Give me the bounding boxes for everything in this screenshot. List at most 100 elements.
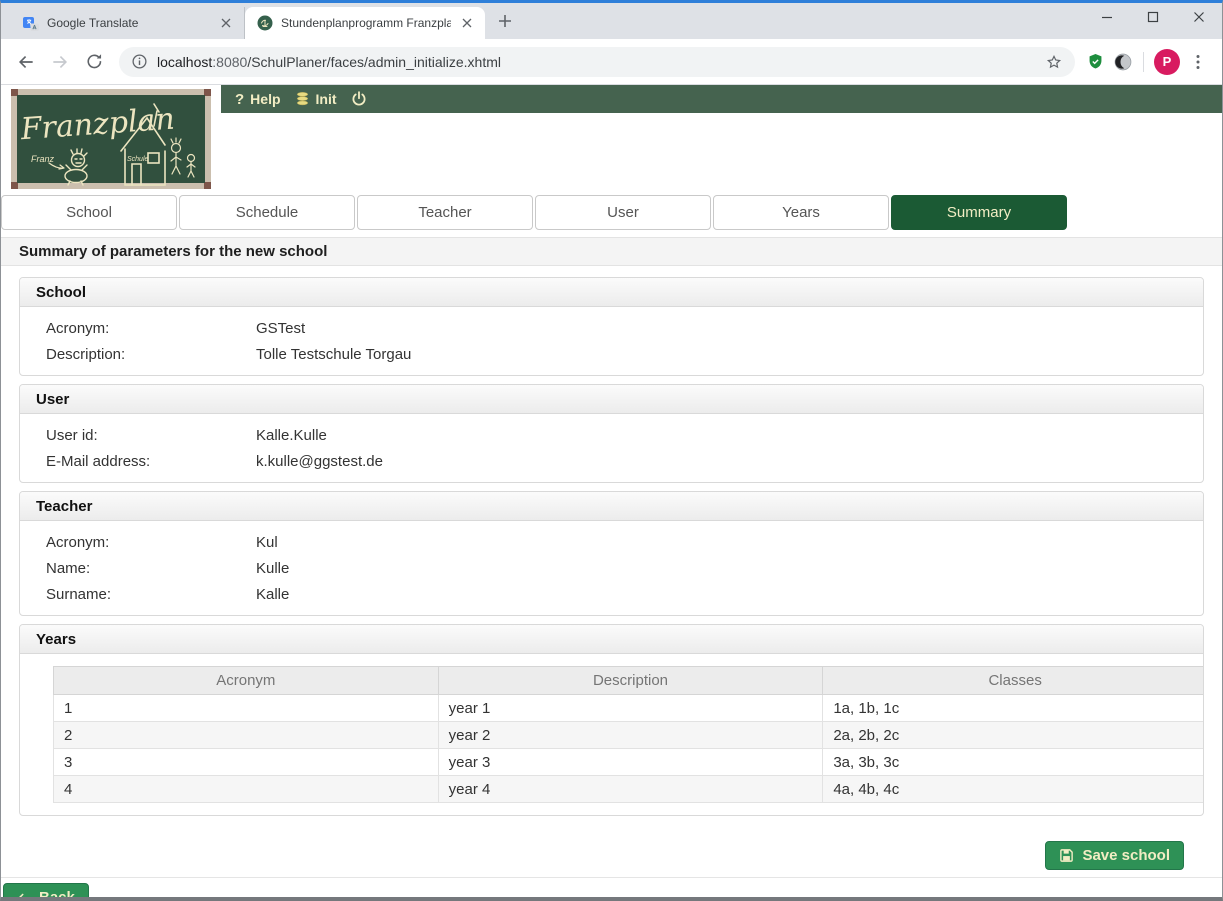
info-value: Kulle xyxy=(256,560,1187,577)
tab-close-icon[interactable] xyxy=(218,15,234,31)
init-label: Init xyxy=(316,91,337,107)
tab-label: Summary xyxy=(947,204,1011,221)
years-panel-body: Acronym Description Classes 1 year 1 1a,… xyxy=(20,654,1203,815)
browser-menu-icon[interactable] xyxy=(1184,48,1212,76)
franzplan-logo: Franzplan Franz xyxy=(11,89,211,189)
column-header-classes: Classes xyxy=(823,667,1204,695)
help-menu-item[interactable]: Help xyxy=(235,91,281,108)
cell-classes: 1a, 1b, 1c xyxy=(823,695,1204,722)
logo-franz-text: Franz xyxy=(31,154,55,164)
info-label: Surname: xyxy=(36,586,256,603)
save-floppy-icon xyxy=(1059,848,1074,863)
table-row: 2 year 2 2a, 2b, 2c xyxy=(54,722,1205,749)
info-row-name: Name: Kulle xyxy=(36,555,1187,581)
window-maximize-button[interactable] xyxy=(1130,0,1176,33)
cell-acronym: 3 xyxy=(54,749,439,776)
cell-description: year 1 xyxy=(438,695,823,722)
page-info-icon[interactable] xyxy=(131,53,148,70)
back-row: Back xyxy=(1,877,1222,897)
panel-title: Years xyxy=(36,631,76,648)
url-path: /SchulPlaner/faces/admin_initialize.xhtm… xyxy=(247,54,501,70)
logout-power-icon[interactable] xyxy=(351,91,367,107)
window-close-button[interactable] xyxy=(1176,0,1222,33)
tab-user[interactable]: User xyxy=(535,195,711,230)
info-value: GSTest xyxy=(256,320,1187,337)
panel-title: School xyxy=(36,284,86,301)
browser-tab-google-translate[interactable]: Google Translate xyxy=(11,7,245,39)
browser-window: Google Translate Stundenplanprogramm Fra… xyxy=(0,0,1223,901)
table-row: 3 year 3 3a, 3b, 3c xyxy=(54,749,1205,776)
franzplan-page: Help Init xyxy=(1,85,1222,897)
school-panel-body: Acronym: GSTest Description: Tolle Tests… xyxy=(20,307,1203,375)
back-button-label: Back xyxy=(39,889,75,897)
window-controls xyxy=(1084,0,1222,33)
init-menu-item[interactable]: Init xyxy=(295,91,337,107)
cell-acronym: 2 xyxy=(54,722,439,749)
info-value: k.kulle@ggstest.de xyxy=(256,453,1187,470)
cell-classes: 3a, 3b, 3c xyxy=(823,749,1204,776)
bookmark-star-icon[interactable] xyxy=(1045,53,1063,71)
tab-summary[interactable]: Summary xyxy=(891,195,1067,230)
page-title-text: Summary of parameters for the new school xyxy=(19,243,327,260)
info-row-email: E-Mail address: k.kulle@ggstest.de xyxy=(36,448,1187,474)
tab-label: Years xyxy=(782,204,820,221)
tab-teacher[interactable]: Teacher xyxy=(357,195,533,230)
tab-schedule[interactable]: Schedule xyxy=(179,195,355,230)
dark-mode-extension-icon[interactable] xyxy=(1109,48,1137,76)
save-school-button[interactable]: Save school xyxy=(1045,841,1184,870)
teacher-panel: Teacher Acronym: Kul Name: Kulle Surname… xyxy=(19,491,1204,616)
column-header-description: Description xyxy=(438,667,823,695)
panel-title: User xyxy=(36,391,69,408)
user-panel-body: User id: Kalle.Kulle E-Mail address: k.k… xyxy=(20,414,1203,482)
info-label: E-Mail address: xyxy=(36,453,256,470)
new-tab-button[interactable] xyxy=(491,7,519,35)
info-value: Kul xyxy=(256,534,1187,551)
user-panel-header: User xyxy=(20,385,1203,414)
cell-classes: 2a, 2b, 2c xyxy=(823,722,1204,749)
app-header: Help Init xyxy=(1,85,1222,189)
table-row: 4 year 4 4a, 4b, 4c xyxy=(54,776,1205,803)
column-header-acronym: Acronym xyxy=(54,667,439,695)
info-value: Kalle.Kulle xyxy=(256,427,1187,444)
tab-years[interactable]: Years xyxy=(713,195,889,230)
school-panel: School Acronym: GSTest Description: Toll… xyxy=(19,277,1204,376)
profile-initial: P xyxy=(1163,54,1172,69)
tab-label: Teacher xyxy=(418,204,471,221)
info-row-acronym: Acronym: GSTest xyxy=(36,315,1187,341)
back-arrow-icon xyxy=(17,892,31,898)
info-row-acronym: Acronym: Kul xyxy=(36,529,1187,555)
shield-extension-icon[interactable] xyxy=(1081,48,1109,76)
school-panel-header: School xyxy=(20,278,1203,307)
tab-label: User xyxy=(607,204,639,221)
back-button[interactable]: Back xyxy=(3,883,89,897)
summary-content: School Acronym: GSTest Description: Toll… xyxy=(1,266,1222,870)
tab-school[interactable]: School xyxy=(1,195,177,230)
info-value: Tolle Testschule Torgau xyxy=(256,346,1187,363)
google-translate-favicon xyxy=(23,15,39,31)
tab-label: Schedule xyxy=(236,204,299,221)
cell-acronym: 4 xyxy=(54,776,439,803)
years-table: Acronym Description Classes 1 year 1 1a,… xyxy=(53,666,1204,803)
tab-title: Stundenplanprogramm Franzplan xyxy=(281,16,451,30)
table-row: 1 year 1 1a, 1b, 1c xyxy=(54,695,1205,722)
reload-icon[interactable] xyxy=(79,47,109,77)
user-panel: User User id: Kalle.Kulle E-Mail address… xyxy=(19,384,1204,483)
profile-avatar[interactable]: P xyxy=(1154,49,1180,75)
window-minimize-button[interactable] xyxy=(1084,0,1130,33)
forward-nav-icon[interactable] xyxy=(45,47,75,77)
franzplan-favicon xyxy=(257,15,273,31)
save-button-label: Save school xyxy=(1082,847,1170,864)
database-icon xyxy=(295,91,310,107)
tab-title: Google Translate xyxy=(47,16,210,30)
teacher-panel-body: Acronym: Kul Name: Kulle Surname: Kalle xyxy=(20,521,1203,615)
address-bar[interactable]: localhost:8080/SchulPlaner/faces/admin_i… xyxy=(119,47,1075,77)
years-panel-header: Years xyxy=(20,625,1203,654)
years-table-header-row: Acronym Description Classes xyxy=(54,667,1205,695)
back-nav-icon[interactable] xyxy=(11,47,41,77)
tab-close-icon[interactable] xyxy=(459,15,475,31)
info-value: Kalle xyxy=(256,586,1187,603)
info-row-surname: Surname: Kalle xyxy=(36,581,1187,607)
url-text[interactable]: localhost:8080/SchulPlaner/faces/admin_i… xyxy=(157,54,1045,70)
browser-tab-franzplan[interactable]: Stundenplanprogramm Franzplan xyxy=(245,7,485,39)
info-label: Acronym: xyxy=(36,534,256,551)
